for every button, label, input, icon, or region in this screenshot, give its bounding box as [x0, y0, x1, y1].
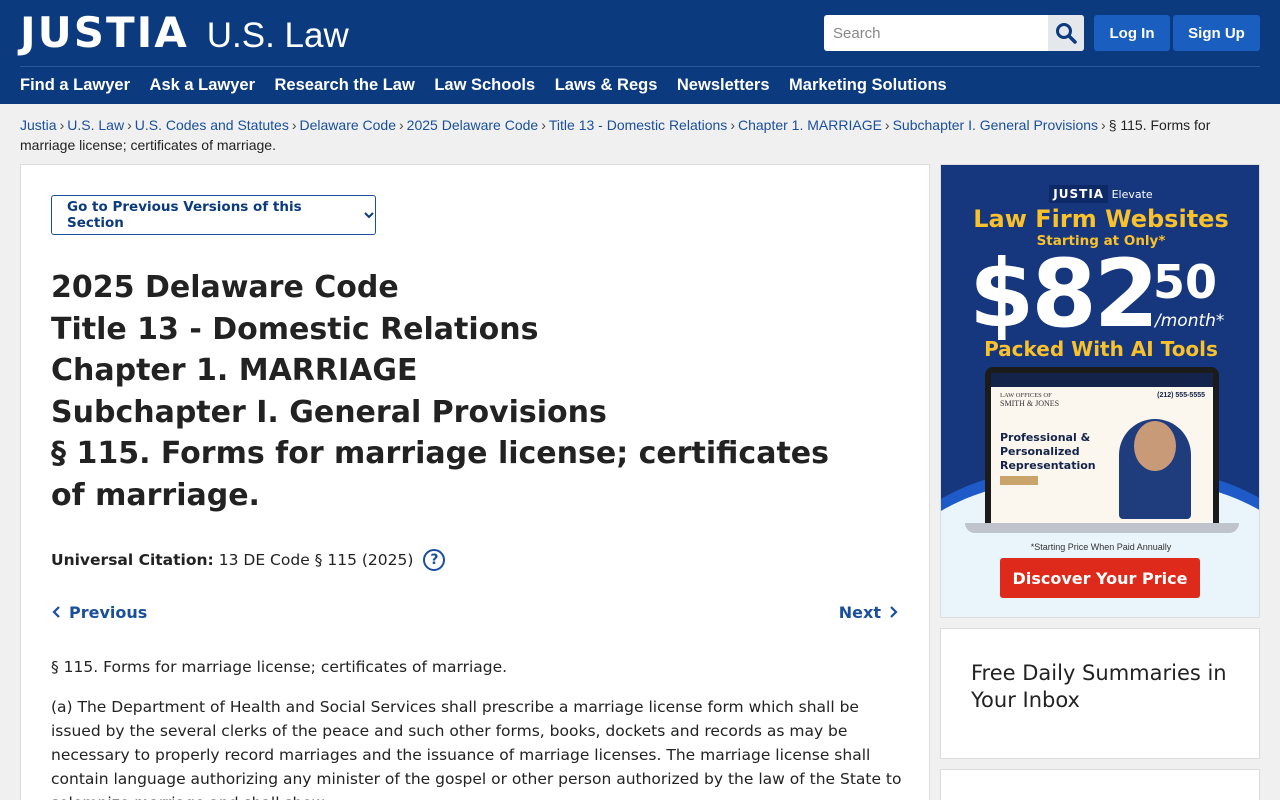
breadcrumb-separator: ›: [59, 117, 65, 133]
newsletter-card: Free Daily Summaries in Your Inbox: [940, 628, 1260, 759]
search-input[interactable]: [824, 15, 1048, 51]
nav-item-research-the-law[interactable]: Research the Law: [275, 72, 415, 100]
previous-versions-dropdown[interactable]: Go to Previous Versions of this Section: [51, 195, 376, 235]
previous-link[interactable]: Previous: [51, 601, 147, 623]
ad-footnote: *Starting Price When Paid Annually: [1030, 542, 1172, 552]
next-label: Next: [838, 602, 881, 622]
breadcrumb-link[interactable]: Delaware Code: [300, 117, 397, 133]
heading-chapter: Chapter 1. MARRIAGE: [51, 353, 418, 388]
login-button[interactable]: Log In: [1094, 15, 1170, 51]
universal-citation: Universal Citation: 13 DE Code § 115 (20…: [51, 545, 446, 575]
chevron-right-icon: [890, 606, 898, 618]
heading-title: Title 13 - Domestic Relations: [51, 311, 539, 347]
heading-section: § 115. Forms for marriage license; certi…: [51, 436, 829, 513]
breadcrumb-separator: ›: [884, 117, 890, 133]
nav-item-ask-a-lawyer[interactable]: Ask a Lawyer: [150, 72, 255, 100]
paragraph-a: (a) The Department of Health and Social …: [51, 698, 902, 800]
main-content: Go to Previous Versions of this Section …: [20, 164, 930, 800]
citation-label: Universal Citation:: [51, 551, 214, 569]
breadcrumb-link[interactable]: 2025 Delaware Code: [407, 117, 539, 133]
search-icon: [1056, 23, 1077, 44]
ad-price: $82: [969, 240, 1159, 349]
statute-text: § 115. Forms for marriage license; certi…: [51, 655, 906, 800]
breadcrumb-separator: ›: [730, 117, 735, 133]
site-header: JUSTIA U.S. Law Log In Sign Up Find a La…: [0, 0, 1280, 104]
attorney-face: [1134, 421, 1176, 471]
nav-item-laws-regs[interactable]: Laws & Regs: [555, 72, 658, 100]
next-link[interactable]: Next: [839, 601, 899, 623]
breadcrumb-link[interactable]: Justia: [20, 117, 57, 133]
newsletter-title: Free Daily Summaries in Your Inbox: [971, 661, 1227, 712]
help-icon[interactable]: ?: [423, 549, 446, 571]
signup-button[interactable]: Sign Up: [1173, 15, 1260, 51]
chevron-left-icon: [52, 606, 60, 618]
heading-code: 2025 Delaware Code: [51, 270, 399, 305]
breadcrumb-separator: ›: [541, 117, 546, 133]
search-box: [824, 15, 1084, 51]
screen-hero-text: Professional & Personalized Representati…: [1000, 431, 1096, 472]
breadcrumb-separator: ›: [399, 117, 404, 133]
breadcrumb-link[interactable]: U.S. Law: [67, 117, 124, 133]
breadcrumb-separator: ›: [1101, 117, 1106, 133]
discover-price-button[interactable]: Discover Your Price: [1000, 558, 1200, 598]
previous-label: Previous: [69, 602, 148, 622]
search-button[interactable]: [1048, 15, 1084, 51]
ad-title: Law Firm Websites: [973, 205, 1229, 233]
breadcrumb-link[interactable]: Subchapter I. General Provisions: [893, 117, 1098, 133]
screen-phone: (212) 555-5555: [1157, 392, 1205, 399]
ad-brand: JUSTIA Elevate: [941, 185, 1259, 203]
heading-subchapter: Subchapter I. General Provisions: [51, 394, 607, 430]
justia-logo[interactable]: JUSTIA U.S. Law: [20, 10, 349, 56]
advertisement[interactable]: JUSTIA Elevate Law Firm Websites Startin…: [940, 164, 1260, 618]
screen-nav-bar: [991, 373, 1213, 387]
breadcrumb: Justia › U.S. Law › U.S. Codes and Statutes ›…: [20, 115, 1250, 155]
breadcrumb-link[interactable]: Chapter 1. MARRIAGE: [738, 117, 882, 133]
nav-item-newsletters[interactable]: Newsletters: [677, 72, 770, 100]
logo-subbrand: U.S. Law: [206, 16, 349, 55]
sidebar-card: [940, 769, 1260, 800]
breadcrumb-separator: ›: [291, 117, 297, 133]
breadcrumb-link[interactable]: U.S. Codes and Statutes: [135, 117, 289, 133]
breadcrumb-separator: ›: [127, 117, 132, 133]
screen-cta-button: [1000, 476, 1038, 485]
screen-firm-name: SMITH & JONES: [1000, 399, 1060, 408]
nav-item-find-a-lawyer[interactable]: Find a Lawyer: [20, 72, 130, 100]
laptop-illustration: LAW OFFICES OF SMITH & JONES (212) 555-5…: [985, 367, 1219, 525]
main-nav: Find a Lawyer Ask a Lawyer Research the …: [20, 72, 966, 100]
ad-brand-suffix: Elevate: [1111, 188, 1153, 201]
nav-divider: [20, 66, 1260, 67]
ad-price-cents: 50: [1153, 255, 1218, 309]
laptop-screen: LAW OFFICES OF SMITH & JONES (212) 555-5…: [991, 373, 1213, 525]
nav-item-law-schools[interactable]: Law Schools: [434, 72, 535, 100]
previous-versions-label: Go to Previous Versions of this Section: [67, 199, 302, 231]
page-title: 2025 Delaware Code Title 13 - Domestic R…: [51, 267, 851, 516]
screen-firm: LAW OFFICES OF SMITH & JONES: [1000, 392, 1059, 408]
chevron-down-icon: [363, 209, 375, 221]
ad-brand-name: JUSTIA: [1049, 185, 1109, 203]
ad-per-month: /month*: [1155, 311, 1225, 331]
section-title-text: § 115. Forms for marriage license; certi…: [51, 658, 508, 676]
ad-tagline: Packed With AI Tools: [984, 337, 1218, 361]
laptop-base: [965, 523, 1239, 533]
logo-brand: JUSTIA: [20, 8, 189, 57]
breadcrumb-link[interactable]: Title 13 - Domestic Relations: [549, 117, 727, 133]
citation-value: 13 DE Code § 115 (2025): [218, 551, 414, 569]
nav-item-marketing-solutions[interactable]: Marketing Solutions: [789, 72, 947, 100]
